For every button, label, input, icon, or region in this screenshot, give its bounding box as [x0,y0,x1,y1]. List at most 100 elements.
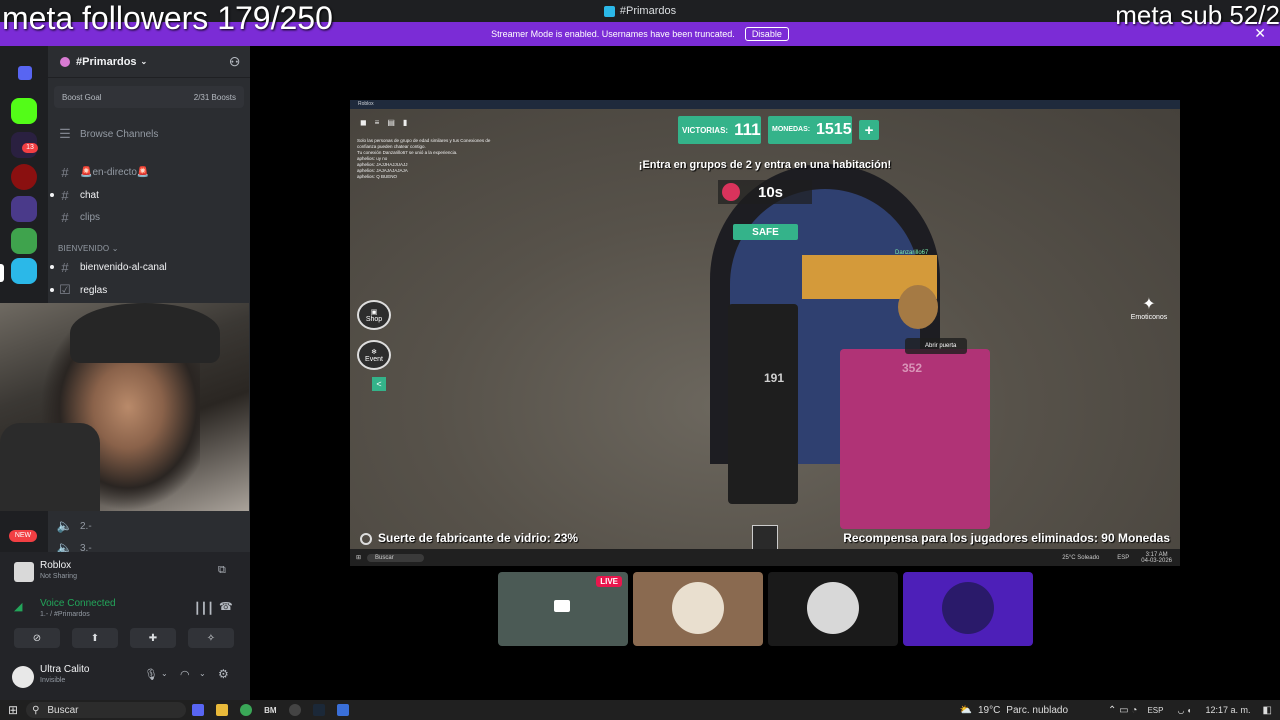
mic-icon[interactable]: ▮ [403,118,407,130]
channel-emoji: 🚨 [136,166,150,178]
screen-share-button[interactable]: ⬆ [72,628,118,648]
windows-start-icon[interactable]: ⊞ [8,703,18,717]
hash-icon: # [61,164,69,180]
event-button[interactable]: ❄ Event [357,340,391,370]
victorias-value: 111 [734,120,761,139]
server-kick-icon[interactable] [11,98,37,124]
weather-temp[interactable]: 19°C [978,705,1000,716]
category-header[interactable]: BIENVENIDO ⌄ [58,244,119,253]
chat-icon[interactable]: ▤ [387,118,395,130]
new-badge: NEW [9,530,37,542]
webcam-overlay [0,303,249,511]
chrome-icon[interactable] [240,704,253,716]
unread-dot [50,265,54,269]
shop-button[interactable]: ▣ Shop [357,300,391,330]
collapse-arrow-button[interactable]: < [372,377,386,391]
bm-icon[interactable]: BM [264,706,276,715]
stream-thumbnail[interactable]: LIVE [498,572,628,646]
activity-name: Roblox [40,560,72,571]
avatar[interactable] [12,666,34,688]
disable-streamer-mode-button[interactable]: Disable [744,27,789,41]
clock[interactable]: 12:17 a. m. [1206,705,1251,715]
snowflake-icon: ❄ [371,348,377,356]
settings-gear-icon[interactable]: ⚙ [218,667,229,681]
channel-clips[interactable]: # clips [56,207,244,227]
inner-search: Buscar [367,553,424,562]
emotes-button[interactable]: ✦ Emoticonos [1130,292,1168,322]
microphone-icon[interactable]: 🎙 [144,668,158,681]
tool-slot[interactable] [752,525,778,551]
event-label: Event [365,355,383,363]
windows-icon: ⊞ [356,555,362,561]
obs-icon[interactable] [288,704,301,716]
instruction-text: ¡Entra en grupos de 2 y entra en una hab… [638,159,892,171]
emotes-label: Emoticonos [1130,313,1168,321]
luck-text: Suerte de fabricante de vidrio: 23% [360,531,578,545]
participant-tile[interactable] [768,572,898,646]
victorias-label: VICTORIAS: [682,125,729,135]
language-indicator[interactable]: ESP [1147,706,1163,715]
file-explorer-icon[interactable] [216,704,229,716]
folder-icon[interactable] [18,66,32,80]
chat-log: Solo las personas de grupo de edad simil… [357,138,527,180]
windows-taskbar: ⊞ ⚲ Buscar BM ⛅ 19°C Parc. nublado ⌃ ▭ ◔… [0,700,1280,720]
meta-sub-overlay: meta sub 52/2 [1115,0,1280,30]
voice-channel-path[interactable]: 1.- / #Primardos [40,611,90,618]
door-prompt[interactable]: Abrir puerta [905,338,967,354]
share-screen-icon[interactable]: ⧉ [218,564,226,577]
boost-goal[interactable]: Boost Goal 2/31 Boosts [54,86,244,108]
roblox-menu-icon[interactable]: ◼ [360,118,367,130]
voice-status[interactable]: Voice Connected [40,598,116,609]
channel-chat[interactable]: # chat [50,185,244,205]
window-title: #Primardos [619,5,677,17]
chevron-down-icon[interactable]: ⌄ [199,669,206,678]
activities-button[interactable]: ✚ [130,628,176,648]
browse-channels[interactable]: ☰ Browse Channels [56,124,244,144]
chevron-down-icon[interactable]: ⌄ [161,669,168,678]
soundboard-button[interactable]: ✧ [188,628,234,648]
server-icon[interactable] [11,164,37,190]
channel-name: chat [80,189,99,201]
voice-channel[interactable]: 🔈 2.- [56,516,244,536]
participant-tile[interactable] [633,572,763,646]
participant-tile[interactable] [903,572,1033,646]
network-icon[interactable]: ◡ ◖ [1177,706,1191,715]
signal-icon[interactable]: ◢ [14,600,22,613]
roblox-topbar: ◼ ≡ ▤ ▮ [360,118,430,130]
game-window-title: Roblox [358,101,374,107]
server-boost-icon [60,56,70,67]
channel-reglas[interactable]: ☑ reglas [50,280,244,300]
hamburger-icon[interactable]: ≡ [375,118,380,130]
loading-spinner-icon [360,532,372,545]
tray-icons[interactable]: ⌃ ▭ ◔ [1108,705,1137,716]
server-header[interactable]: #Primardos ⌄ ⚇ [48,46,250,78]
disconnect-icon[interactable]: ☎ [219,600,233,613]
channel-en-directo[interactable]: # 🚨 en-directo 🚨 [56,162,244,182]
server-rocket-league-icon[interactable] [11,196,37,222]
user-row: Ultra Calito Invisible 🎙 ⌄ ◠ ⌄ ⚙ [0,660,250,694]
game-stream[interactable]: 191 352 Danzarillo67 Abrir puerta Roblox… [350,100,1180,566]
add-monedas-button[interactable]: + [859,120,879,140]
weather-desc[interactable]: Parc. nublado [1006,705,1068,716]
noise-suppression-icon[interactable]: ┃┃┃ [194,602,214,615]
user-name[interactable]: Ultra Calito [40,664,89,675]
camera-button[interactable]: ⊘ [14,628,60,648]
guard-character [840,349,990,529]
shop-label: Shop [365,315,383,323]
discord-taskbar-icon[interactable] [192,704,205,716]
luck-value: Suerte de fabricante de vidrio: 23% [378,531,579,545]
steam-icon[interactable] [312,704,325,716]
server-icon[interactable] [11,228,37,254]
monedas-label: MONEDAS: [772,126,811,133]
channel-bienvenido[interactable]: # bienvenido-al-canal [50,257,244,277]
roblox-taskbar-icon[interactable] [336,704,349,716]
server-name: #Primardos [76,55,137,68]
victorias-counter: VICTORIAS: 111 [678,116,761,144]
taskbar-search[interactable]: ⚲ Buscar [26,702,187,718]
invite-member-icon[interactable]: ⚇ [229,55,240,69]
notifications-icon[interactable]: ◧ [1263,705,1272,716]
browse-channels-label: Browse Channels [80,128,159,140]
headphones-icon[interactable]: ◠ [180,668,190,681]
server-primardos-icon[interactable] [11,258,37,284]
hash-icon: # [61,187,69,203]
